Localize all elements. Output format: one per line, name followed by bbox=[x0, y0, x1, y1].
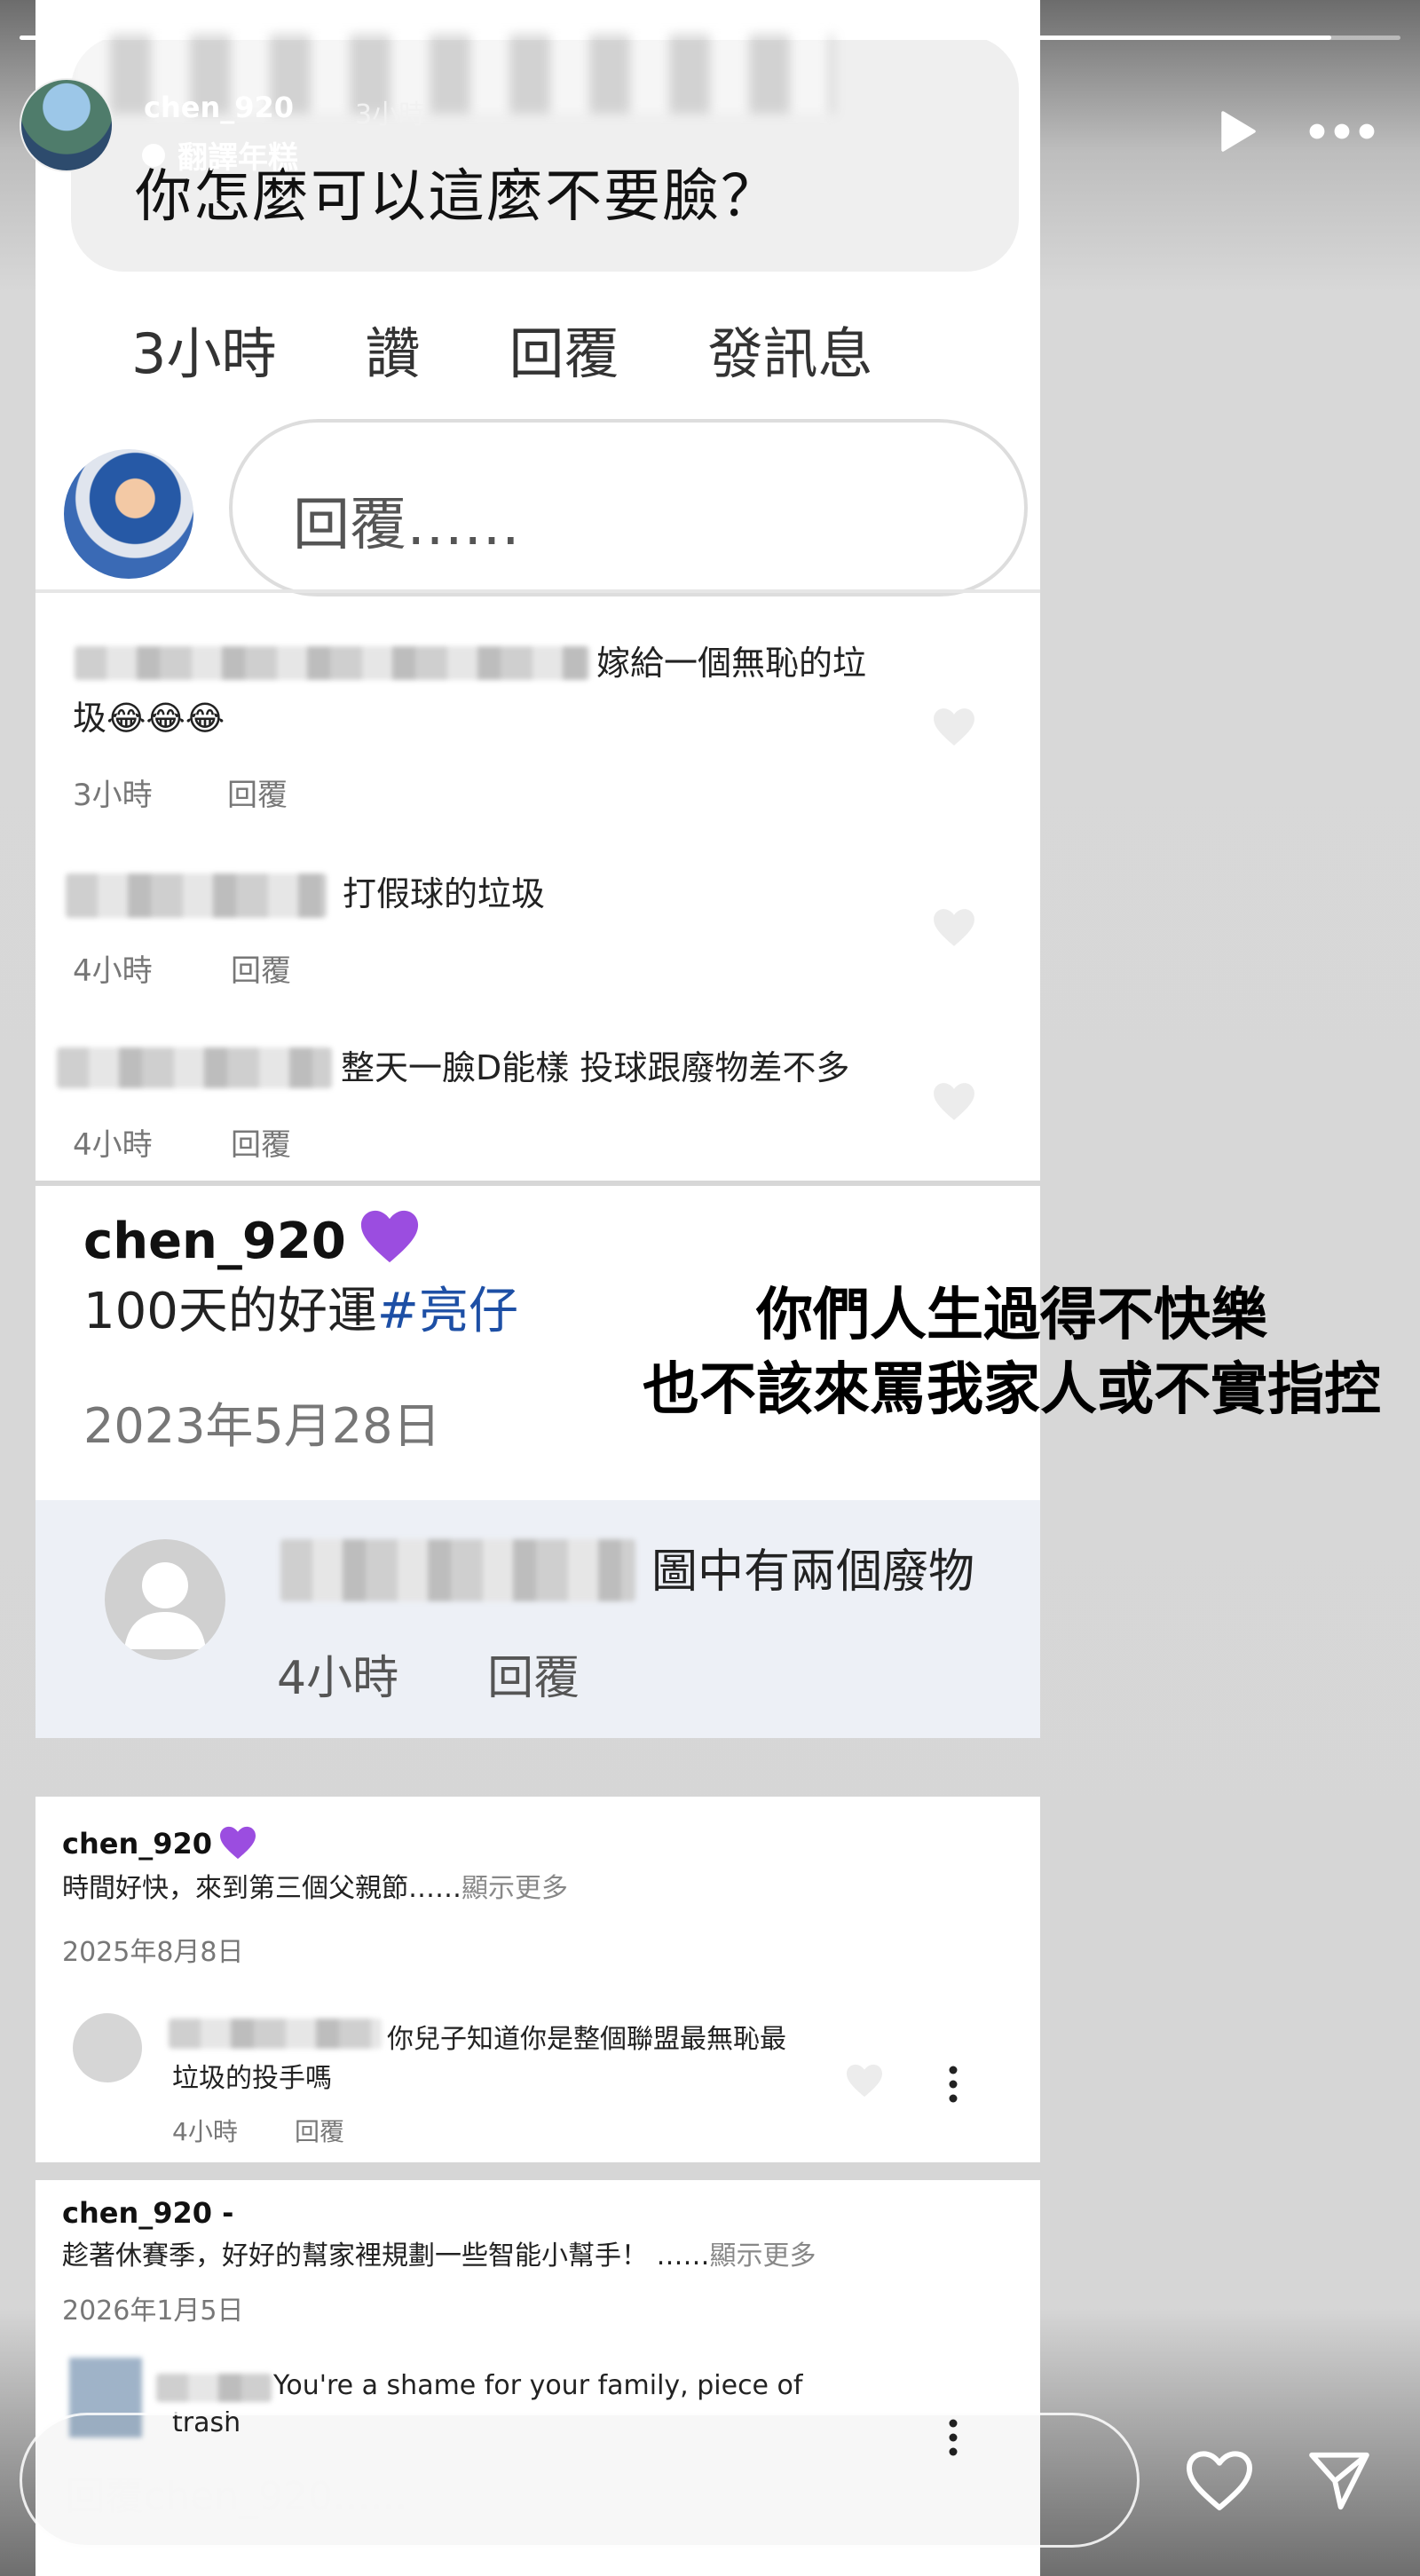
blurred-username bbox=[169, 2019, 382, 2049]
comment-text-continued: 垃圾的投手嗎 bbox=[172, 2063, 332, 2094]
post-username: chen_920 bbox=[62, 1827, 213, 1861]
blurred-username bbox=[75, 646, 589, 680]
post-date: 2025年8月8日 bbox=[62, 1937, 244, 1968]
story-reply-placeholder: 回覆chen_920...... bbox=[66, 2474, 407, 2519]
comment-actions: 3小時 讚 回覆 發訊息 bbox=[131, 309, 873, 389]
show-more-link: 顯示更多 bbox=[462, 1873, 568, 1904]
story-subtitle-text: 翻譯年糕 bbox=[178, 140, 298, 176]
avatar bbox=[64, 449, 193, 579]
action-message: 發訊息 bbox=[707, 321, 873, 386]
comment-reply: 回覆 bbox=[231, 953, 291, 989]
action-like: 讚 bbox=[365, 321, 421, 386]
post-caption: 時間好快，來到第三個父親節……顯示更多 bbox=[62, 1866, 568, 1905]
blurred-username bbox=[280, 1539, 635, 1601]
post-username: chen_920 - bbox=[62, 2196, 234, 2230]
comment-text-continued: 圾😂😂😂 bbox=[73, 699, 225, 738]
play-icon[interactable] bbox=[1211, 107, 1260, 156]
screenshot-post-comment: chen_920 時間好快，來到第三個父親節……顯示更多 2025年8月8日 你… bbox=[36, 1797, 1040, 2162]
divider bbox=[36, 589, 1040, 593]
purple-heart-icon bbox=[360, 1210, 419, 1263]
heart-icon bbox=[934, 708, 974, 746]
default-avatar-icon bbox=[105, 1539, 225, 1660]
action-time: 3小時 bbox=[131, 321, 277, 386]
story-time: 3小時 bbox=[355, 99, 426, 130]
caption-text: 時間好快，來到第三個父親節…… bbox=[62, 1873, 462, 1904]
purple-heart-icon bbox=[220, 1826, 256, 1860]
more-options-icon bbox=[949, 2066, 958, 2103]
record-dot-icon bbox=[142, 143, 165, 167]
comment-text: You're a shame for your family, piece of bbox=[273, 2370, 803, 2401]
comment-text: 整天一臉D能樣 投球跟廢物差不多 bbox=[341, 1048, 850, 1087]
comment-time: 4小時 bbox=[73, 953, 153, 989]
comment-text: 你兒子知道你是整個聯盟最無恥最 bbox=[387, 2024, 786, 2055]
default-avatar-icon bbox=[73, 2013, 142, 2082]
story-username[interactable]: chen_920 bbox=[144, 91, 294, 124]
story-text-overlay: 你們人生過得不快樂 也不該來罵我家人或不實指控 bbox=[612, 1278, 1411, 1427]
action-reply: 回覆 bbox=[509, 321, 619, 386]
overlay-line-1: 你們人生過得不快樂 bbox=[756, 1283, 1267, 1348]
comment-time: 4小時 bbox=[172, 2117, 238, 2146]
caption-text: 100天的好運 bbox=[83, 1283, 377, 1340]
avatar[interactable] bbox=[20, 78, 114, 172]
heart-icon bbox=[847, 2064, 882, 2098]
post-date: 2026年1月5日 bbox=[62, 2295, 244, 2327]
comment-meta: 4小時 回覆 bbox=[277, 1640, 580, 1707]
hashtag: #亮仔 bbox=[376, 1283, 518, 1340]
comment-text: 打假球的垃圾 bbox=[343, 874, 546, 913]
comment-time: 4小時 bbox=[277, 1652, 399, 1705]
heart-icon[interactable] bbox=[1184, 2448, 1255, 2514]
comment-time: 4小時 bbox=[73, 1127, 153, 1163]
overlay-line-2: 也不該來罵我家人或不實指控 bbox=[643, 1357, 1381, 1423]
post-caption: 100天的好運#亮仔 bbox=[83, 1271, 518, 1343]
blurred-username bbox=[156, 2374, 272, 2402]
comment-reply: 回覆 bbox=[227, 778, 288, 813]
heart-icon bbox=[934, 1083, 974, 1120]
comment-text: 圖中有兩個廢物 bbox=[651, 1545, 975, 1599]
post-username: chen_920 bbox=[83, 1213, 346, 1270]
comment-reply: 回覆 bbox=[487, 1652, 580, 1705]
blurred-username bbox=[66, 873, 327, 918]
send-icon[interactable] bbox=[1305, 2446, 1374, 2516]
post-caption: 趁著休賽季，好好的幫家裡規劃一些智能小幫手！ ……顯示更多 bbox=[62, 2233, 816, 2272]
reply-field-placeholder: 回覆…… bbox=[293, 493, 520, 558]
blurred-username bbox=[57, 1047, 332, 1088]
post-date: 2023年5月28日 bbox=[83, 1398, 441, 1454]
show-more-link: 顯示更多 bbox=[709, 2240, 816, 2272]
heart-icon bbox=[934, 909, 974, 946]
comment-time: 3小時 bbox=[73, 778, 153, 813]
comment-reply: 回覆 bbox=[231, 1127, 291, 1163]
story-subtitle: 翻譯年糕 bbox=[142, 133, 298, 177]
comment-text: 嫁給一個無恥的垃 bbox=[596, 644, 867, 683]
more-options-icon[interactable] bbox=[1305, 107, 1379, 156]
caption-text: 趁著休賽季，好好的幫家裡規劃一些智能小幫手！ …… bbox=[62, 2240, 710, 2272]
comment-reply: 回覆 bbox=[295, 2117, 345, 2146]
screenshot-comment: 圖中有兩個廢物 4小時 回覆 bbox=[36, 1500, 1040, 1738]
